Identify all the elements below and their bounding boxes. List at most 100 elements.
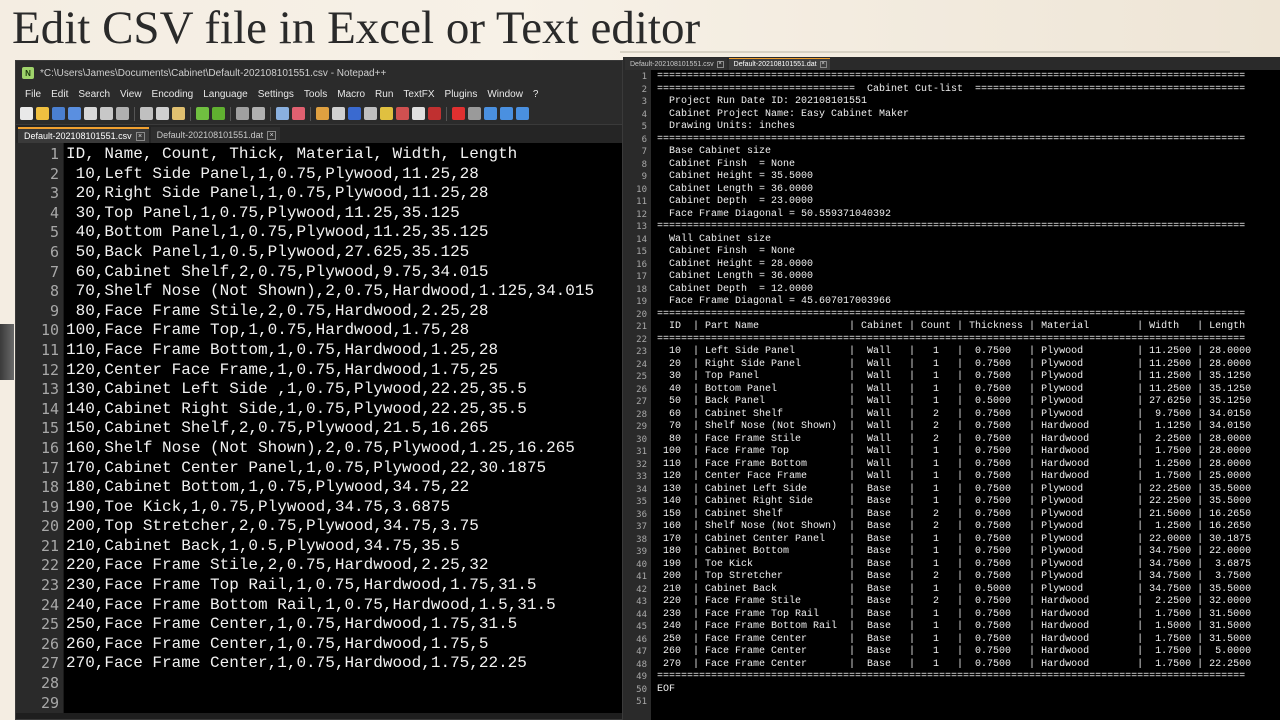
csv-editor[interactable]: 1 2 3 4 5 6 7 8 9 10 11 12 13 14 15 16 17 18 19 20 21 22 23 24 2… bbox=[16, 143, 622, 713]
line-number: 10 bbox=[636, 184, 647, 195]
line-number: 29 bbox=[636, 422, 647, 432]
save-icon[interactable] bbox=[52, 107, 65, 120]
toolbar-separator bbox=[190, 106, 191, 121]
menu-search[interactable]: Search bbox=[73, 89, 115, 100]
menu-window[interactable]: Window bbox=[482, 89, 528, 100]
dat-tabbar: Default-202108101551.csv × Default-20210… bbox=[623, 57, 1280, 70]
text-line: ========================================… bbox=[657, 671, 1246, 682]
line-number: 50 bbox=[636, 684, 647, 695]
line-number: 24 bbox=[40, 595, 59, 614]
tab-csv-file[interactable]: Default-202108101551.csv × bbox=[625, 58, 727, 70]
line-number: 1 bbox=[49, 145, 59, 163]
csv-text-area[interactable]: ID, Name, Count, Thick, Material, Width,… bbox=[64, 143, 622, 713]
show-all-chars-icon[interactable] bbox=[348, 107, 361, 120]
menu-macro[interactable]: Macro bbox=[332, 89, 370, 100]
menu-settings[interactable]: Settings bbox=[253, 89, 299, 100]
line-number: 21 bbox=[40, 536, 59, 555]
text-line bbox=[66, 674, 622, 694]
text-line: 160,Shelf Nose (Not Shown),2,0.75,Plywoo… bbox=[66, 438, 575, 457]
menu-view[interactable]: View bbox=[115, 89, 147, 100]
text-line: 150 | Cabinet Shelf | Base | 2 | 0.7500 … bbox=[657, 508, 1252, 520]
menu-language[interactable]: Language bbox=[198, 89, 253, 100]
text-line: 210,Cabinet Back,1,0.5,Plywood,34.75,35.… bbox=[66, 536, 460, 555]
print-icon[interactable] bbox=[116, 107, 129, 120]
text-line: ========================================… bbox=[657, 71, 1246, 82]
cut-icon[interactable] bbox=[140, 107, 153, 120]
text-line: 70,Shelf Nose (Not Shown),2,0.75,Hardwoo… bbox=[66, 282, 595, 301]
text-line: 230 | Face Frame Top Rail | Base | 1 | 0… bbox=[657, 608, 1252, 620]
line-number: 41 bbox=[636, 572, 647, 582]
record-macro-icon[interactable] bbox=[452, 107, 465, 120]
doc-map-icon[interactable] bbox=[380, 107, 393, 120]
close-all-icon[interactable] bbox=[100, 107, 113, 120]
line-number-gutter: 1 2 3 4 5 6 7 8 9 10 11 12 13 14 15 16 17 18 19 20 21 22 23 24 2… bbox=[16, 143, 64, 713]
folder-workspace-icon[interactable] bbox=[412, 107, 425, 120]
line-number: 7 bbox=[49, 262, 59, 281]
line-number: 27 bbox=[636, 397, 647, 407]
close-icon[interactable]: × bbox=[819, 61, 827, 68]
zoom-in-icon[interactable] bbox=[276, 107, 289, 120]
close-file-icon[interactable] bbox=[84, 107, 97, 120]
menu-tools[interactable]: Tools bbox=[299, 89, 332, 100]
toolbar-separator bbox=[270, 106, 271, 121]
paste-icon[interactable] bbox=[172, 107, 185, 120]
save-all-icon[interactable] bbox=[68, 107, 81, 120]
monitor-icon[interactable] bbox=[428, 107, 441, 120]
line-number: 28 bbox=[40, 674, 59, 693]
text-line: ========================================… bbox=[657, 133, 1246, 145]
line-number: 36 bbox=[636, 509, 647, 520]
text-line bbox=[657, 696, 1280, 709]
new-file-icon[interactable] bbox=[20, 107, 33, 120]
menu-textfx[interactable]: TextFX bbox=[398, 89, 439, 100]
line-number: 26 bbox=[40, 634, 59, 653]
run-macro-multiple-icon[interactable] bbox=[500, 107, 513, 120]
text-line: 110,Face Frame Bottom,1,0.75,Hardwood,1.… bbox=[66, 340, 499, 359]
tab-dat-file[interactable]: Default-202108101551.dat × bbox=[150, 127, 281, 143]
close-icon[interactable]: × bbox=[716, 60, 724, 68]
text-line: 180,Cabinet Bottom,1,0.75,Plywood,34.75,… bbox=[66, 478, 470, 497]
menu-encoding[interactable]: Encoding bbox=[147, 89, 199, 100]
menu-edit[interactable]: Edit bbox=[46, 89, 73, 100]
text-line: EOF bbox=[657, 683, 676, 695]
line-number: 5 bbox=[49, 223, 59, 242]
sync-scroll-icon[interactable] bbox=[316, 107, 329, 120]
text-line: 140 | Cabinet Right Side | Base | 1 | 0.… bbox=[657, 496, 1252, 507]
text-line: 150,Cabinet Shelf,2,0.75,Plywood,21.5,16… bbox=[66, 419, 489, 438]
stop-macro-icon[interactable] bbox=[468, 107, 481, 120]
line-number: 3 bbox=[641, 97, 647, 107]
menu-plugins[interactable]: Plugins bbox=[440, 89, 483, 100]
close-icon[interactable]: × bbox=[135, 131, 145, 141]
word-wrap-icon[interactable] bbox=[332, 107, 345, 120]
line-number-gutter: 1 2 3 4 5 6 7 8 9 10 11 12 13 14 15 16 17 18 19 20 21 22 23 24 2… bbox=[623, 70, 651, 720]
indent-guide-icon[interactable] bbox=[364, 107, 377, 120]
menu-run[interactable]: Run bbox=[370, 89, 398, 100]
tab-csv-file[interactable]: Default-202108101551.csv × bbox=[18, 127, 149, 143]
undo-icon[interactable] bbox=[196, 107, 209, 120]
text-line: 200,Top Stretcher,2,0.75,Plywood,34.75,3… bbox=[66, 517, 479, 536]
replace-icon[interactable] bbox=[252, 107, 265, 120]
line-number: 17 bbox=[40, 458, 59, 477]
menu-file[interactable]: File bbox=[20, 89, 46, 100]
tab-dat-file[interactable]: Default-202108101551.dat × bbox=[728, 58, 830, 70]
function-list-icon[interactable] bbox=[396, 107, 409, 120]
text-line: Cabinet Depth = 12.0000 bbox=[657, 283, 814, 295]
redo-icon[interactable] bbox=[212, 107, 225, 120]
open-file-icon[interactable] bbox=[36, 107, 49, 120]
line-number: 25 bbox=[636, 372, 647, 382]
line-number: 6 bbox=[49, 242, 59, 261]
notepad-menubar: File Edit Search View Encoding Language … bbox=[16, 85, 622, 103]
line-number: 35 bbox=[636, 497, 647, 507]
menu-help[interactable]: ? bbox=[528, 89, 544, 100]
play-macro-icon[interactable] bbox=[484, 107, 497, 120]
text-line: 30 | Top Panel | Wall | 1 | 0.7500 | Ply… bbox=[657, 371, 1252, 382]
save-macro-icon[interactable] bbox=[516, 107, 529, 120]
text-line: 180 | Cabinet Bottom | Base | 1 | 0.7500… bbox=[657, 546, 1252, 557]
tab-csv-file-label: Default-202108101551.csv bbox=[630, 60, 714, 68]
close-icon[interactable]: × bbox=[267, 130, 277, 140]
copy-icon[interactable] bbox=[156, 107, 169, 120]
text-line: 100,Face Frame Top,1,0.75,Hardwood,1.75,… bbox=[66, 321, 470, 340]
find-icon[interactable] bbox=[236, 107, 249, 120]
dat-text-area[interactable]: ========================================… bbox=[651, 70, 1280, 720]
zoom-out-icon[interactable] bbox=[292, 107, 305, 120]
dat-editor[interactable]: 1 2 3 4 5 6 7 8 9 10 11 12 13 14 15 16 17 18 19 20 21 22 23 24 2… bbox=[623, 70, 1280, 720]
